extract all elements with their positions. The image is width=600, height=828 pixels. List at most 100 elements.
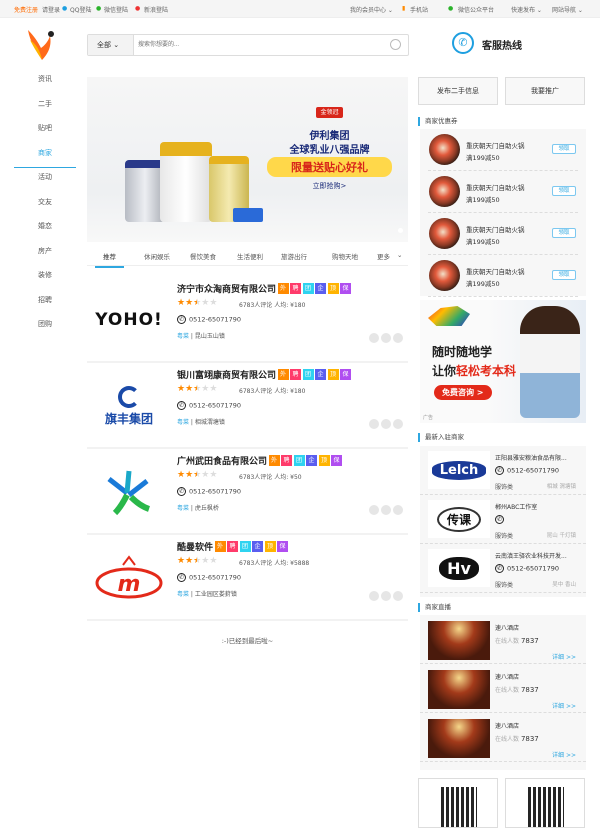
listing-item[interactable]: 旗丰集团 银川富翊康商贸有限公司外聘团企顶保 ★★★★★ 6783人评论 人均: ¥1… (87, 363, 408, 449)
star-icon: ★ (209, 470, 218, 480)
merchant-name-text[interactable]: 济宁市众淘商贸有限公司 (177, 282, 276, 295)
post-secondhand-button[interactable]: 发布二手信息 (418, 77, 498, 105)
live-item[interactable]: 速八酒店 在线人数 7837 详细 >> (420, 713, 586, 762)
qq-login-link[interactable]: QQ登陆 (70, 5, 91, 14)
location-link[interactable]: 相城渭塘镇 (195, 419, 225, 426)
tab-3[interactable]: 生活便利 (237, 251, 263, 261)
nav-item[interactable]: 二手 (14, 95, 76, 120)
location-link[interactable]: 虎丘枫桥 (195, 505, 219, 512)
search-category-select[interactable]: 全部 ⌄ (88, 35, 134, 55)
listing-item[interactable]: 广州武田食品有限公司外聘团企顶保 ★★★★★ 6783人评论 人均: ¥50 ✆ 051… (87, 449, 408, 535)
details-link[interactable]: 详细 >> (552, 750, 576, 759)
nav-item[interactable]: 婚恋 (14, 217, 76, 242)
weibo-share-icon[interactable] (393, 505, 403, 515)
live-name[interactable]: 速八酒店 (495, 623, 519, 632)
merchant-logo[interactable]: YOHO! (91, 295, 167, 345)
qq-share-icon[interactable] (369, 333, 379, 343)
merchant-name[interactable]: 郴州ABC工作室 (495, 502, 537, 511)
details-link[interactable]: 详细 >> (552, 701, 576, 710)
weibo-share-icon[interactable] (393, 333, 403, 343)
tab-4[interactable]: 旅游出行 (281, 251, 307, 261)
qq-share-icon[interactable] (369, 419, 379, 429)
quick-post-menu[interactable]: 快速发布 ⌄ (511, 5, 542, 14)
mobile-site-link[interactable]: 手机站 (410, 5, 428, 14)
cuisine-link[interactable]: 粤菜 (177, 419, 189, 426)
new-merchant-item[interactable]: Lelch 正阳县雅安粮油食品有限... ✆ 0512-65071790 服饰类 相城 渭… (420, 446, 586, 495)
claim-coupon-button[interactable]: 领取 (552, 144, 576, 154)
live-item[interactable]: 速八酒店 在线人数 7837 详细 >> (420, 664, 586, 713)
weibo-login-link[interactable]: 新浪登陆 (144, 5, 168, 14)
nav-item[interactable]: 团购 (14, 315, 76, 340)
live-name[interactable]: 速八酒店 (495, 721, 519, 730)
merchant-name-text[interactable]: 银川富翊康商贸有限公司 (177, 368, 276, 381)
site-logo[interactable] (26, 28, 56, 62)
search-input[interactable] (138, 38, 378, 52)
cuisine-link[interactable]: 粤菜 (177, 505, 189, 512)
ad-cta-button[interactable]: 免费咨询 > (434, 385, 492, 400)
tab-5[interactable]: 购物天地 (332, 251, 358, 261)
wechat-share-icon[interactable] (381, 419, 391, 429)
wechat-platform-link[interactable]: 微信公众平台 (458, 5, 494, 14)
nav-item[interactable]: 招聘 (14, 291, 76, 316)
search-icon[interactable] (390, 39, 401, 50)
cuisine-link[interactable]: 粤菜 (177, 591, 189, 598)
site-nav-menu[interactable]: 网站导航 ⌄ (552, 5, 583, 14)
qq-share-icon[interactable] (369, 591, 379, 601)
claim-coupon-button[interactable]: 领取 (552, 186, 576, 196)
nav-item[interactable]: 交友 (14, 193, 76, 218)
details-link[interactable]: 详细 >> (552, 652, 576, 661)
claim-coupon-button[interactable]: 领取 (552, 270, 576, 280)
member-center-menu[interactable]: 我的会员中心 ⌄ (350, 5, 393, 14)
claim-coupon-button[interactable]: 领取 (552, 228, 576, 238)
qq-share-icon[interactable] (369, 505, 379, 515)
new-merchant-item[interactable]: 传课 郴州ABC工作室 ✆ 服饰类 昆山 千灯镇 (420, 495, 586, 544)
nav-item[interactable]: 资讯 (14, 70, 76, 95)
nav-item[interactable]: 房产 (14, 242, 76, 267)
cuisine-link[interactable]: 粤菜 (177, 333, 189, 340)
carousel-dot[interactable] (398, 228, 403, 233)
merchant-name[interactable]: 云南滇王驿农业科技开发... (495, 551, 567, 560)
coupon-item[interactable]: 重庆朝天门自助火锅 满199减50 领取 (428, 129, 578, 171)
location-link[interactable]: 昆山玉山镇 (195, 333, 225, 340)
tab-0[interactable]: 推荐 (95, 251, 124, 268)
merchant-name[interactable]: 酷曼软件外聘团企顶保 (177, 540, 289, 553)
merchant-name-text[interactable]: 酷曼软件 (177, 540, 213, 553)
banner-cta[interactable]: 立即抢购> (262, 181, 397, 191)
merchant-name[interactable]: 广州武田食品有限公司外聘团企顶保 (177, 454, 343, 467)
wechat-login-link[interactable]: 微信登陆 (104, 5, 128, 14)
merchant-name[interactable]: 济宁市众淘商贸有限公司外聘团企顶保 (177, 282, 352, 295)
nav-item[interactable]: 装修 (14, 266, 76, 291)
nav-item[interactable]: 商家 (14, 144, 76, 168)
nav-item[interactable]: 贴吧 (14, 119, 76, 144)
coupon-item[interactable]: 重庆朝天门自助火锅 满199减50 领取 (428, 171, 578, 213)
location-link[interactable]: 工业园区娄葑镇 (195, 591, 237, 598)
coupon-item[interactable]: 重庆朝天门自助火锅 满199减50 领取 (428, 213, 578, 255)
weibo-share-icon[interactable] (393, 591, 403, 601)
login-link[interactable]: 请登录 (42, 5, 60, 14)
promote-button[interactable]: 我要推广 (505, 77, 585, 105)
register-link[interactable]: 免费注册 (14, 5, 38, 14)
merchant-name-text[interactable]: 广州武田食品有限公司 (177, 454, 267, 467)
coupon-item[interactable]: 重庆朝天门自助火锅 满199减50 领取 (428, 255, 578, 297)
ad-banner[interactable]: 随时随地学 让你轻松考本科 免费咨询 > 广告 (420, 300, 586, 423)
wechat-share-icon[interactable] (381, 505, 391, 515)
merchant-name[interactable]: 银川富翊康商贸有限公司外聘团企顶保 (177, 368, 352, 381)
tab-6[interactable]: 更多 (377, 251, 390, 261)
nav-item[interactable]: 活动 (14, 168, 76, 193)
listing-item[interactable]: YOHO! 济宁市众淘商贸有限公司外聘团企顶保 ★★★★★ 6783人评论 人均: ¥… (87, 277, 408, 363)
tab-2[interactable]: 餐饮美食 (190, 251, 216, 261)
merchant-logo[interactable]: m (91, 553, 167, 603)
tab-1[interactable]: 休闲娱乐 (144, 251, 170, 261)
weibo-share-icon[interactable] (393, 419, 403, 429)
new-merchant-item[interactable]: Hv 云南滇王驿农业科技开发... ✆ 0512-65071790 服饰类 吴中 香山 (420, 544, 586, 593)
listing-item[interactable]: m 酷曼软件外聘团企顶保 ★★★★★ 6783人评论 人均: ¥5888 ✆ 0512-6… (87, 535, 408, 621)
live-name[interactable]: 速八酒店 (495, 672, 519, 681)
promo-banner[interactable]: 金领冠 伊利集团 全球乳业八强品牌 限量送贴心好礼 立即抢购> (87, 77, 408, 242)
merchant-logo[interactable]: 旗丰集团 (91, 381, 167, 431)
merchant-name[interactable]: 正阳县雅安粮油食品有限... (495, 453, 567, 462)
wechat-share-icon[interactable] (381, 333, 391, 343)
wechat-share-icon[interactable] (381, 591, 391, 601)
merchant-logo[interactable] (91, 467, 167, 517)
live-thumbnail (428, 719, 490, 758)
live-item[interactable]: 速八酒店 在线人数 7837 详细 >> (420, 615, 586, 664)
